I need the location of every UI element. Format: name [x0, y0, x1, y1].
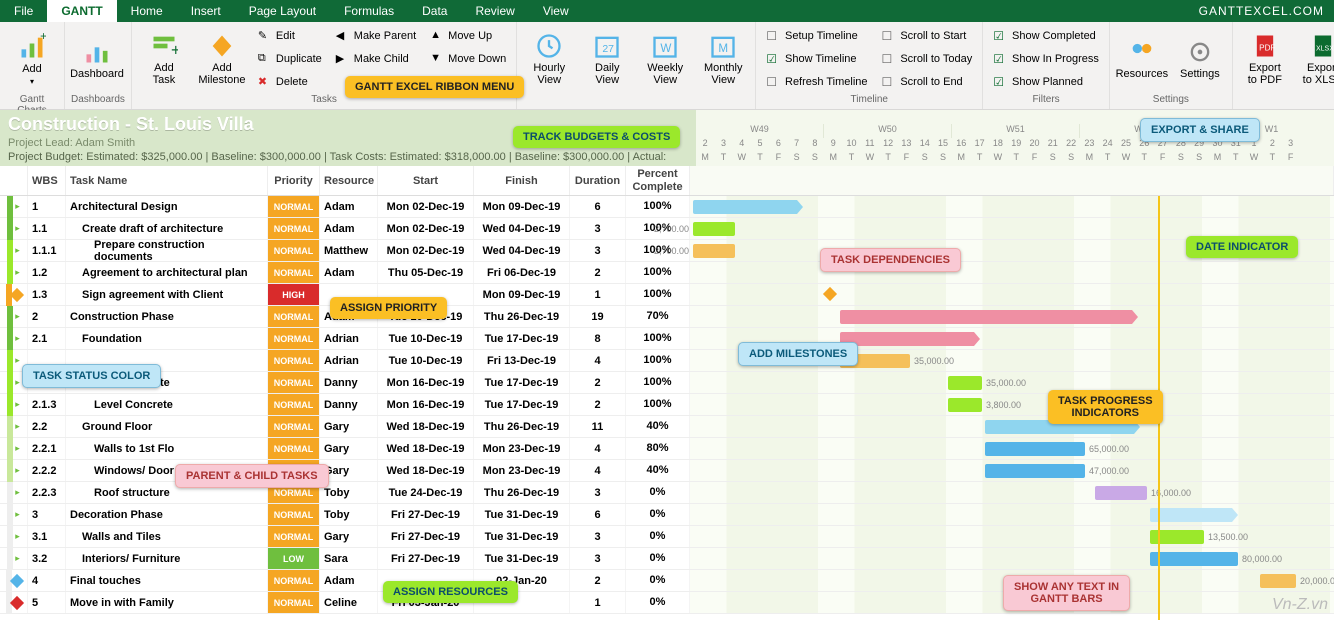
scroll-today-check[interactable]: Scroll to Today [878, 49, 977, 69]
weekly-view-button[interactable]: WWeekly View [639, 26, 691, 92]
callout-taskdep: TASK DEPENDENCIES [820, 248, 961, 272]
tab-view[interactable]: View [529, 0, 583, 22]
outdent-icon: ◀ [336, 29, 350, 43]
move-down-button[interactable]: ▼Move Down [426, 49, 510, 69]
scroll-end-check[interactable]: Scroll to End [878, 72, 977, 92]
task-row[interactable]: ▸2.2.1Walls to 1st FloNORMALGaryWed 18-D… [0, 438, 1334, 460]
tab-insert[interactable]: Insert [177, 0, 235, 22]
task-row[interactable]: ▸1Architectural DesignNORMALAdamMon 02-D… [0, 196, 1334, 218]
task-row[interactable]: 1.3Sign agreement with ClientHIGHMon 09-… [0, 284, 1334, 306]
ribbon-group-dashboards: Dashboard Dashboards [65, 22, 132, 109]
tab-gantt[interactable]: GANTT [47, 0, 116, 22]
callout-resources: ASSIGN RESOURCES [383, 581, 518, 603]
setup-timeline-check[interactable]: Setup Timeline [762, 26, 871, 46]
ribbon-group-export: PDFExport to PDF XLSXExport to XLSX [1233, 22, 1334, 109]
monthly-view-button[interactable]: MMonthly View [697, 26, 749, 92]
task-row[interactable]: ▸3.1Walls and TilesNORMALGaryFri 27-Dec-… [0, 526, 1334, 548]
make-parent-button[interactable]: ◀Make Parent [332, 26, 420, 46]
svg-text:+: + [40, 33, 46, 43]
callout-export: EXPORT & SHARE [1140, 118, 1260, 142]
tab-page-layout[interactable]: Page Layout [235, 0, 330, 22]
edit-button[interactable]: ✎Edit [254, 26, 326, 46]
svg-text:W: W [661, 42, 672, 55]
tab-review[interactable]: Review [461, 0, 528, 22]
task-row[interactable]: ▸3Decoration PhaseNORMALTobyFri 27-Dec-1… [0, 504, 1334, 526]
add-milestone-button[interactable]: Add Milestone [196, 26, 248, 92]
scroll-start-check[interactable]: Scroll to Start [878, 26, 977, 46]
task-row[interactable]: ▸NORMALAdrianTue 10-Dec-19Fri 13-Dec-194… [0, 350, 1334, 372]
callout-parent: PARENT & CHILD TASKS [175, 464, 329, 488]
menu-tabs: FileGANTTHomeInsertPage LayoutFormulasDa… [0, 0, 1334, 22]
show-inprogress-check[interactable]: Show In Progress [989, 49, 1103, 69]
resources-button[interactable]: Resources [1116, 26, 1168, 92]
task-row[interactable]: 5Move in with FamilyNORMALCelineFri 03-J… [0, 592, 1334, 614]
up-icon: ▲ [430, 29, 444, 43]
export-pdf-button[interactable]: PDFExport to PDF [1239, 26, 1291, 92]
callout-progress: TASK PROGRESS INDICATORS [1048, 390, 1163, 424]
daily-view-button[interactable]: 27Daily View [581, 26, 633, 92]
brand-label: GANTTEXCEL.COM [1199, 0, 1324, 22]
duplicate-icon: ⧉ [258, 52, 272, 66]
task-row[interactable]: ▸2Construction PhaseNORMALAdamTue 10-Dec… [0, 306, 1334, 328]
tab-home[interactable]: Home [117, 0, 177, 22]
settings-button[interactable]: Settings [1174, 26, 1226, 92]
svg-text:27: 27 [603, 43, 615, 55]
dashboard-button[interactable]: Dashboard [71, 26, 123, 92]
ribbon: +Add▾ Gantt Charts Dashboard Dashboards … [0, 22, 1334, 110]
callout-status: TASK STATUS COLOR [22, 364, 161, 388]
callout-dateind: DATE INDICATOR [1186, 236, 1298, 258]
make-child-button[interactable]: ▶Make Child [332, 49, 420, 69]
down-icon: ▼ [430, 52, 444, 66]
callout-budgets: TRACK BUDGETS & COSTS [513, 126, 680, 148]
watermark: Vn-Z.vn [1272, 596, 1328, 614]
ribbon-group-settings: Resources Settings Settings [1110, 22, 1233, 109]
ribbon-group-ganttcharts: +Add▾ Gantt Charts [0, 22, 65, 109]
task-row[interactable]: ▸1.1Create draft of architectureNORMALAd… [0, 218, 1334, 240]
svg-text:M: M [719, 42, 729, 55]
add-chart-button[interactable]: +Add▾ [6, 26, 58, 92]
show-planned-check[interactable]: Show Planned [989, 72, 1103, 92]
move-up-button[interactable]: ▲Move Up [426, 26, 510, 46]
duplicate-button[interactable]: ⧉Duplicate [254, 49, 326, 69]
ribbon-group-views: Hourly View 27Daily View WWeekly View MM… [517, 22, 756, 109]
add-task-button[interactable]: +Add Task [138, 26, 190, 92]
task-row[interactable]: 4Final touchesNORMALAdam02-Jan-2020%20,0… [0, 570, 1334, 592]
svg-text:XLSX: XLSX [1316, 46, 1334, 53]
indent-icon: ▶ [336, 52, 350, 66]
delete-icon: ✖ [258, 75, 272, 89]
callout-priority: ASSIGN PRIORITY [330, 297, 447, 319]
pencil-icon: ✎ [258, 29, 272, 43]
task-row[interactable]: ▸1.1.1Prepare construction documentsNORM… [0, 240, 1334, 262]
callout-bartext: SHOW ANY TEXT IN GANTT BARS [1003, 575, 1130, 611]
ribbon-group-filters: Show Completed Show In Progress Show Pla… [983, 22, 1110, 109]
tab-formulas[interactable]: Formulas [330, 0, 408, 22]
svg-text:PDF: PDF [1259, 44, 1275, 53]
ribbon-group-timeline: Setup Timeline Show Timeline Refresh Tim… [756, 22, 983, 109]
refresh-timeline-check[interactable]: Refresh Timeline [762, 72, 871, 92]
task-row[interactable]: ▸2.1FoundationNORMALAdrianTue 10-Dec-19T… [0, 328, 1334, 350]
svg-text:+: + [171, 41, 178, 59]
callout-milestone: ADD MILESTONES [738, 342, 858, 366]
tab-data[interactable]: Data [408, 0, 461, 22]
tab-file[interactable]: File [0, 0, 47, 22]
show-timeline-check[interactable]: Show Timeline [762, 49, 871, 69]
task-row[interactable]: ▸1.2Agreement to architectural planNORMA… [0, 262, 1334, 284]
table-header: WBS Task Name Priority Resource Start Fi… [0, 166, 1334, 196]
export-xlsx-button[interactable]: XLSXExport to XLSX [1297, 26, 1334, 92]
delete-button[interactable]: ✖Delete [254, 72, 326, 92]
hourly-view-button[interactable]: Hourly View [523, 26, 575, 92]
task-row[interactable]: ▸3.2Interiors/ FurnitureLOWSaraFri 27-De… [0, 548, 1334, 570]
show-completed-check[interactable]: Show Completed [989, 26, 1103, 46]
callout-ribbon: GANTT EXCEL RIBBON MENU [345, 76, 524, 98]
